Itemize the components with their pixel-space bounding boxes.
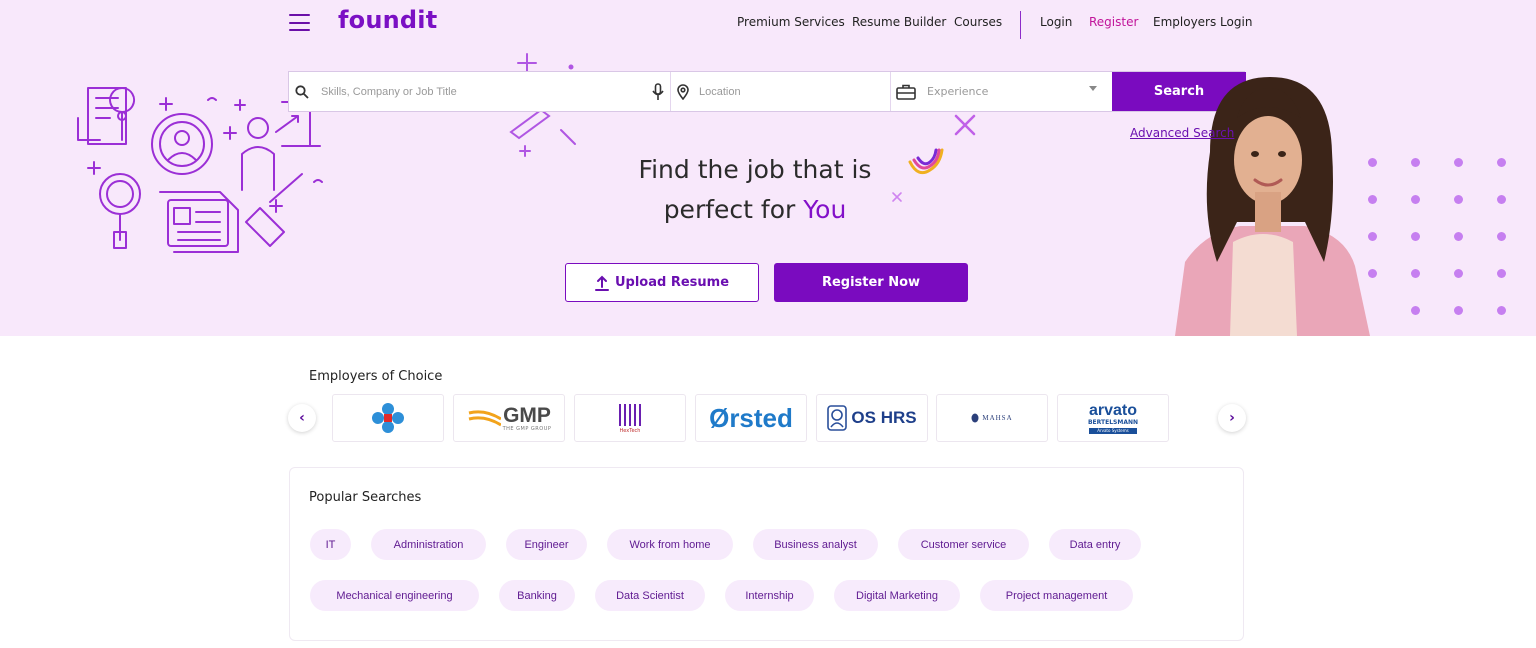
gmp-swoosh-icon (468, 410, 501, 427)
employers-login-link[interactable]: Employers Login (1153, 15, 1252, 29)
search-icon (295, 85, 309, 99)
popular-search-chip[interactable]: Project management (980, 580, 1133, 611)
popular-search-chip[interactable]: Mechanical engineering (310, 580, 479, 611)
nav-courses[interactable]: Courses (954, 15, 1002, 29)
mahsa-logo-text: MAHSA (982, 414, 1013, 422)
popular-searches-panel: Popular Searches IT Administration Engin… (289, 467, 1244, 641)
employer-logo-card[interactable] (332, 394, 444, 442)
dots-decoration (1364, 154, 1514, 324)
employer-logo-card[interactable]: OS HRS (816, 394, 928, 442)
gmp-logo-text: GMP (503, 403, 551, 427)
popular-search-chip[interactable]: Banking (499, 580, 575, 611)
employer-logo-card[interactable]: HexTech (574, 394, 686, 442)
arvato-logo-tag: Arvato Systems (1089, 427, 1137, 434)
popular-search-chip[interactable]: Digital Marketing (834, 580, 960, 611)
orsted-logo-text: Ørsted (709, 402, 793, 433)
popular-search-chip[interactable]: Administration (371, 529, 486, 560)
arvato-logo-text: arvato (1088, 401, 1137, 419)
upload-resume-button[interactable]: Upload Resume (565, 263, 759, 302)
employer-logo-card[interactable]: GMP THE GMP GROUP (453, 394, 565, 442)
arvato-logo-subtext: BERTELSMANN (1087, 418, 1138, 426)
oshrs-logo-icon (827, 405, 848, 431)
popular-search-chip[interactable]: Internship (725, 580, 814, 611)
employer-logo-card[interactable]: Ørsted (695, 394, 807, 442)
hextech-logo-icon (619, 404, 641, 426)
keyword-field (289, 72, 671, 111)
keyword-input[interactable] (321, 72, 641, 111)
chevron-down-icon (1089, 86, 1097, 91)
oshrs-logo-text: OS HRS (851, 408, 917, 427)
foundit-logo[interactable]: foundit (338, 6, 437, 34)
location-field (671, 72, 891, 111)
upload-resume-label: Upload Resume (614, 275, 730, 290)
upload-icon (594, 275, 609, 291)
popular-search-chip[interactable]: Data entry (1049, 529, 1141, 560)
carousel-next-button[interactable]: › (1218, 404, 1246, 432)
nav-divider (1020, 11, 1021, 39)
cross-logo-icon (372, 403, 404, 433)
hextech-logo-text: HexTech (619, 428, 641, 434)
headline-line-2: perfect for You (560, 190, 950, 230)
hero-section: foundit Premium Services Resume Builder … (0, 0, 1536, 336)
carousel-prev-button[interactable]: ‹ (288, 404, 316, 432)
employer-logo-card[interactable]: arvato BERTELSMANN Arvato Systems (1057, 394, 1169, 442)
employer-logo-card[interactable]: MAHSA (936, 394, 1048, 442)
popular-search-chip[interactable]: Work from home (607, 529, 733, 560)
headline-highlight: You (803, 195, 847, 224)
sparkle-decoration (954, 114, 976, 136)
headline-line-1: Find the job that is (638, 155, 872, 184)
mahsa-logo-icon (971, 413, 979, 423)
gmp-logo-subtext: THE GMP GROUP (502, 425, 552, 432)
nav-resume-builder[interactable]: Resume Builder (852, 15, 946, 29)
experience-placeholder: Experience (927, 85, 989, 98)
employers-section-title: Employers of Choice (309, 369, 443, 384)
location-pin-icon (677, 84, 689, 100)
popular-search-chip[interactable]: Business analyst (753, 529, 878, 560)
login-link[interactable]: Login (1040, 15, 1072, 29)
microphone-icon[interactable] (652, 83, 664, 101)
headline-prefix: perfect for (663, 195, 804, 224)
popular-search-chip[interactable]: Customer service (898, 529, 1029, 560)
popular-searches-title: Popular Searches (309, 490, 422, 505)
experience-dropdown[interactable]: Experience (891, 72, 1111, 111)
popular-search-chip[interactable]: Engineer (506, 529, 587, 560)
woman-photo (1175, 77, 1370, 336)
nav-premium-services[interactable]: Premium Services (737, 15, 845, 29)
popular-search-chip[interactable]: Data Scientist (595, 580, 705, 611)
popular-search-chip[interactable]: IT (310, 529, 351, 560)
location-input[interactable] (699, 72, 879, 111)
register-link[interactable]: Register (1089, 15, 1138, 29)
advanced-search-link[interactable]: Advanced Search (1130, 126, 1234, 140)
briefcase-icon (896, 84, 916, 100)
hero-headline: Find the job that is perfect for You (560, 150, 950, 230)
register-now-button[interactable]: Register Now (774, 263, 968, 302)
menu-icon[interactable] (289, 14, 310, 31)
job-search-bar: Experience Search (288, 71, 1246, 112)
